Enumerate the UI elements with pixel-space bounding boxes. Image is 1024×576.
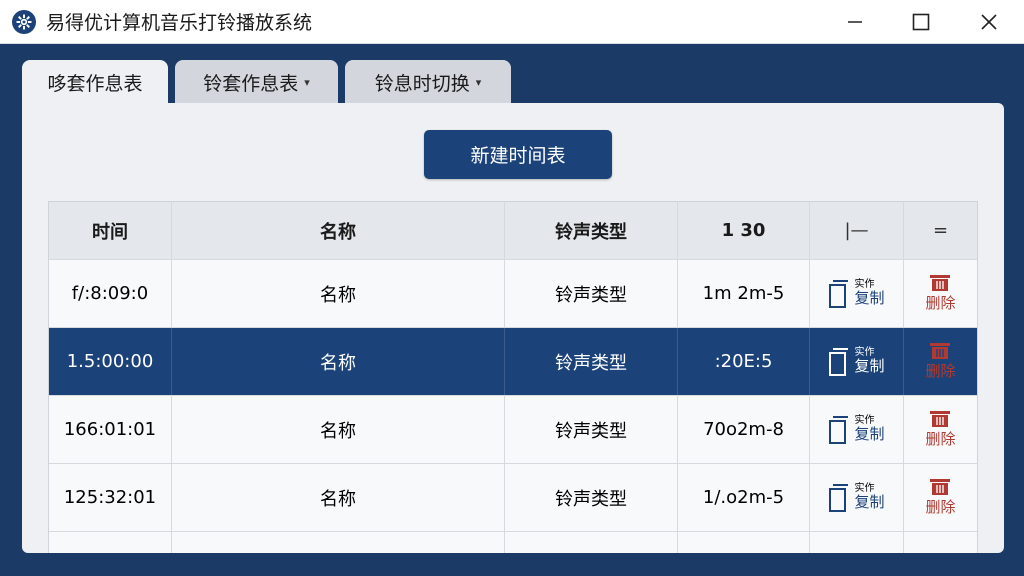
delete-button[interactable]: 删除 bbox=[925, 478, 956, 517]
copy-icon bbox=[829, 415, 849, 444]
copy-cell: 实作 复制 bbox=[810, 328, 904, 395]
copy-cell bbox=[810, 532, 904, 553]
schedule-table: 时间 名称 铃声类型 1 30 |— = f/:8:09:0 名称 铃声类型 1… bbox=[48, 201, 978, 553]
duration-cell: 1m 2m-5 bbox=[678, 260, 810, 327]
delete-button[interactable]: 删除 bbox=[925, 410, 956, 449]
trash-icon bbox=[930, 343, 951, 359]
copy-button[interactable]: 实作 复制 bbox=[828, 483, 885, 513]
copy-button[interactable]: 实作 复制 bbox=[828, 279, 885, 309]
copy-button[interactable]: 实作 复制 bbox=[828, 415, 885, 445]
type-cell: 铃声类型 bbox=[505, 396, 678, 463]
header-duration[interactable]: 1 30 bbox=[678, 202, 810, 259]
trash-icon bbox=[930, 411, 951, 427]
delete-label: 删除 bbox=[925, 498, 956, 516]
tab-label: 铃息时切换 bbox=[374, 72, 470, 95]
maximize-button[interactable] bbox=[886, 0, 956, 44]
delete-cell bbox=[904, 532, 977, 553]
window-title: 易得优计算机音乐打铃播放系统 bbox=[46, 12, 313, 34]
new-schedule-button[interactable]: 新建时间表 bbox=[424, 130, 612, 179]
chevron-down-icon: ▾ bbox=[475, 75, 482, 89]
delete-cell: 删除 bbox=[904, 328, 977, 395]
app-gear-icon bbox=[12, 9, 36, 34]
type-cell: 铃声类型 bbox=[505, 328, 678, 395]
copy-cell: 实作 复制 bbox=[810, 396, 904, 463]
copy-icon bbox=[829, 347, 849, 376]
close-button[interactable] bbox=[954, 0, 1024, 44]
chevron-down-icon: ▾ bbox=[304, 75, 310, 89]
time-cell: f/:8:09:0 bbox=[49, 260, 172, 327]
delete-cell: 删除 bbox=[904, 464, 977, 531]
minimize-icon bbox=[848, 21, 862, 23]
name-cell: 名称 bbox=[172, 328, 505, 395]
tab-switch[interactable]: 铃息时切换 ▾ bbox=[345, 60, 511, 104]
table-row-selected[interactable]: 1.5:00:00 名称 铃声类型 :20E:5 实作 复制 删除 bbox=[49, 328, 977, 396]
header-delete: = bbox=[932, 220, 949, 241]
time-cell: 125:32:01 bbox=[49, 464, 172, 531]
copy-label: 复制 bbox=[854, 492, 885, 511]
tab-label: 哆套作息表 bbox=[47, 72, 143, 95]
copy-label: 复制 bbox=[854, 424, 885, 443]
type-cell: 铃声类型 bbox=[505, 260, 678, 327]
trash-icon bbox=[930, 275, 951, 291]
delete-button[interactable]: 删除 bbox=[925, 274, 956, 313]
table-row[interactable]: f/:8:09:0 名称 铃声类型 1m 2m-5 实作 复制 删除 bbox=[49, 260, 977, 328]
title-bar: 易得优计算机音乐打铃播放系统 bbox=[0, 0, 1024, 44]
tab-label: 铃套作息表 bbox=[203, 72, 299, 95]
table-row-partial[interactable] bbox=[49, 532, 977, 553]
copy-label: 复制 bbox=[854, 288, 885, 307]
table-row[interactable]: 125:32:01 名称 铃声类型 1/.o2m-5 实作 复制 删除 bbox=[49, 464, 977, 532]
delete-label: 删除 bbox=[925, 294, 956, 312]
tab-schedule-2[interactable]: 铃套作息表 ▾ bbox=[175, 60, 338, 104]
type-cell: 铃声类型 bbox=[505, 464, 678, 531]
duration-cell bbox=[678, 532, 810, 553]
copy-cell: 实作 复制 bbox=[810, 260, 904, 327]
duration-cell: 70o2m-8 bbox=[678, 396, 810, 463]
copy-cell: 实作 复制 bbox=[810, 464, 904, 531]
name-cell: 名称 bbox=[172, 396, 505, 463]
copy-icon bbox=[829, 483, 849, 512]
content-panel: 新建时间表 时间 名称 铃声类型 1 30 |— = f/:8:09:0 名称 … bbox=[22, 103, 1004, 553]
minimize-button[interactable] bbox=[820, 0, 890, 44]
maximize-icon bbox=[912, 13, 930, 31]
time-cell: 1.5:00:00 bbox=[49, 328, 172, 395]
time-cell: 166:01:01 bbox=[49, 396, 172, 463]
time-cell bbox=[49, 532, 172, 553]
delete-label: 删除 bbox=[925, 362, 956, 380]
delete-cell: 删除 bbox=[904, 396, 977, 463]
close-icon bbox=[981, 14, 997, 30]
trash-icon bbox=[930, 479, 951, 495]
duration-cell: 1/.o2m-5 bbox=[678, 464, 810, 531]
delete-button[interactable]: 删除 bbox=[925, 342, 956, 381]
table-header: 时间 名称 铃声类型 1 30 |— = bbox=[49, 202, 977, 260]
tab-schedule-1[interactable]: 哆套作息表 bbox=[22, 60, 168, 104]
name-cell: 名称 bbox=[172, 260, 505, 327]
name-cell bbox=[172, 532, 505, 553]
name-cell: 名称 bbox=[172, 464, 505, 531]
header-type[interactable]: 铃声类型 bbox=[505, 202, 678, 259]
duration-cell: :20E:5 bbox=[678, 328, 810, 395]
header-time[interactable]: 时间 bbox=[49, 202, 172, 259]
delete-label: 删除 bbox=[925, 430, 956, 448]
type-cell bbox=[505, 532, 678, 553]
delete-cell: 删除 bbox=[904, 260, 977, 327]
copy-icon bbox=[829, 279, 849, 308]
table-row[interactable]: 166:01:01 名称 铃声类型 70o2m-8 实作 复制 删除 bbox=[49, 396, 977, 464]
header-name[interactable]: 名称 bbox=[172, 202, 505, 259]
copy-button[interactable]: 实作 复制 bbox=[828, 347, 885, 377]
header-copy: |— bbox=[810, 202, 904, 259]
copy-label: 复制 bbox=[854, 356, 885, 375]
